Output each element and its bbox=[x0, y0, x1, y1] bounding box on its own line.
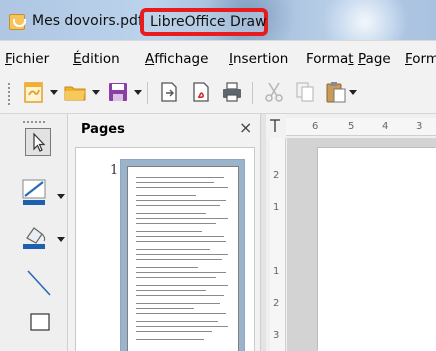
thumbnail-text-line bbox=[136, 303, 220, 304]
line-tool-icon[interactable] bbox=[26, 269, 52, 297]
ruler-corner bbox=[266, 114, 286, 138]
line-color-icon[interactable] bbox=[21, 178, 51, 208]
ruler-label: 2 bbox=[273, 170, 280, 181]
menu-edition[interactable]: Édition bbox=[73, 51, 120, 67]
save-dropdown-chevron-icon[interactable] bbox=[134, 90, 142, 95]
menu-label: Forme bbox=[405, 51, 436, 67]
ruler-label: 4 bbox=[382, 121, 389, 132]
standard-toolbar bbox=[0, 70, 436, 114]
page-thumbnail[interactable] bbox=[127, 166, 239, 351]
thumbnail-text-line bbox=[136, 241, 226, 242]
thumbnail-text-line bbox=[136, 205, 220, 206]
thumbnail-text-line bbox=[136, 223, 216, 224]
ruler-label: 3 bbox=[416, 121, 423, 132]
export-pdf-icon[interactable] bbox=[189, 80, 213, 104]
panel-splitter[interactable] bbox=[260, 114, 266, 351]
menu-format[interactable]: Format bbox=[306, 51, 354, 67]
menu-label: Édition bbox=[73, 51, 120, 67]
ruler-label: 2 bbox=[273, 298, 280, 309]
menu-label: Affichage bbox=[145, 51, 209, 67]
thumbnail-text-line bbox=[136, 308, 194, 309]
fill-color-icon[interactable] bbox=[21, 222, 51, 252]
title-bar-highlight bbox=[320, 0, 410, 40]
fill-color-dropdown-chevron-icon[interactable] bbox=[57, 237, 65, 242]
ruler-label: 1 bbox=[273, 266, 280, 277]
thumbnail-text-line bbox=[136, 313, 226, 314]
thumbnail-text-line bbox=[136, 290, 206, 291]
line-color-dropdown-chevron-icon[interactable] bbox=[57, 194, 65, 199]
horizontal-ruler[interactable]: 6 5 4 3 bbox=[286, 118, 436, 136]
app-name: LibreOffice Draw bbox=[150, 14, 267, 30]
close-icon[interactable]: × bbox=[239, 120, 252, 136]
pages-list[interactable]: 1 bbox=[75, 147, 255, 351]
rectangle-tool-icon[interactable] bbox=[30, 313, 50, 331]
toolbar-separator bbox=[252, 82, 253, 104]
thumbnail-text-line bbox=[136, 177, 224, 178]
paste-dropdown-chevron-icon[interactable] bbox=[349, 90, 357, 95]
vertical-ruler[interactable]: 2 1 1 2 3 bbox=[270, 138, 286, 351]
menu-label: Fichier bbox=[5, 51, 50, 67]
thumbnail-text-line bbox=[136, 231, 202, 232]
thumbnail-text-line bbox=[136, 218, 228, 219]
document-title: Mes dovoirs.pdf bbox=[32, 13, 143, 29]
thumbnail-text-line bbox=[136, 249, 210, 250]
new-document-icon[interactable] bbox=[22, 80, 46, 104]
cut-icon[interactable] bbox=[262, 80, 286, 104]
thumbnail-text-line bbox=[136, 187, 228, 188]
thumbnail-text-line bbox=[136, 182, 214, 183]
draw-app-icon bbox=[9, 14, 26, 30]
open-dropdown-chevron-icon[interactable] bbox=[92, 90, 100, 95]
copy-icon[interactable] bbox=[293, 80, 317, 104]
thumbnail-text-line bbox=[136, 254, 228, 255]
canvas-page[interactable] bbox=[318, 148, 436, 351]
menu-page[interactable]: Page bbox=[358, 51, 391, 67]
thumbnail-text-line bbox=[136, 213, 206, 214]
save-icon[interactable] bbox=[106, 80, 130, 104]
new-dropdown-chevron-icon[interactable] bbox=[50, 90, 58, 95]
menu-affichage[interactable]: Affichage bbox=[145, 51, 208, 67]
toolbar-separator bbox=[147, 82, 148, 104]
thumbnail-text-line bbox=[136, 331, 212, 332]
open-folder-icon[interactable] bbox=[63, 80, 87, 104]
thumbnail-text-line bbox=[136, 200, 226, 201]
menu-fichier[interactable]: Fichier bbox=[5, 51, 49, 67]
thumbnail-text-line bbox=[136, 195, 196, 196]
drawing-toolbar-grip[interactable] bbox=[22, 120, 46, 124]
thumbnail-text-line bbox=[136, 277, 216, 278]
thumbnail-text-line bbox=[136, 272, 226, 273]
select-pointer-icon bbox=[33, 132, 46, 152]
thumbnail-text-line bbox=[136, 326, 228, 327]
thumbnail-text-line bbox=[136, 236, 224, 237]
title-bar: Mes dovoirs.pdf LibreOffice Draw bbox=[0, 0, 436, 40]
menu-forme[interactable]: Forme bbox=[405, 51, 436, 67]
thumbnail-text-line bbox=[136, 259, 222, 260]
menu-label: Page bbox=[358, 51, 391, 67]
menu-label: Insertion bbox=[229, 51, 289, 67]
ruler-label: 5 bbox=[348, 121, 355, 132]
ruler-label: 1 bbox=[273, 202, 280, 213]
thumbnail-text-line bbox=[136, 321, 218, 322]
select-tool-button[interactable] bbox=[25, 128, 51, 156]
tab-stop-icon[interactable] bbox=[266, 114, 286, 138]
pages-panel-title: Pages bbox=[81, 122, 125, 137]
print-icon[interactable] bbox=[220, 80, 244, 104]
page-number: 1 bbox=[110, 163, 119, 178]
drawing-toolbar bbox=[0, 114, 68, 351]
pages-panel: Pages × 1 bbox=[68, 114, 260, 351]
menu-bar: Fichier Édition Affichage Insertion Form… bbox=[0, 40, 436, 70]
export-icon[interactable] bbox=[157, 80, 181, 104]
toolbar-grip[interactable] bbox=[7, 82, 11, 106]
ruler-label: 3 bbox=[273, 330, 280, 341]
thumbnail-text-line bbox=[136, 267, 198, 268]
paste-icon[interactable] bbox=[324, 80, 348, 104]
menu-label: Format bbox=[306, 51, 354, 67]
thumbnail-text-line bbox=[136, 339, 204, 340]
menu-insertion[interactable]: Insertion bbox=[229, 51, 288, 67]
thumbnail-text-line bbox=[136, 295, 224, 296]
ruler-label: 6 bbox=[312, 121, 319, 132]
thumbnail-text-line bbox=[136, 285, 228, 286]
